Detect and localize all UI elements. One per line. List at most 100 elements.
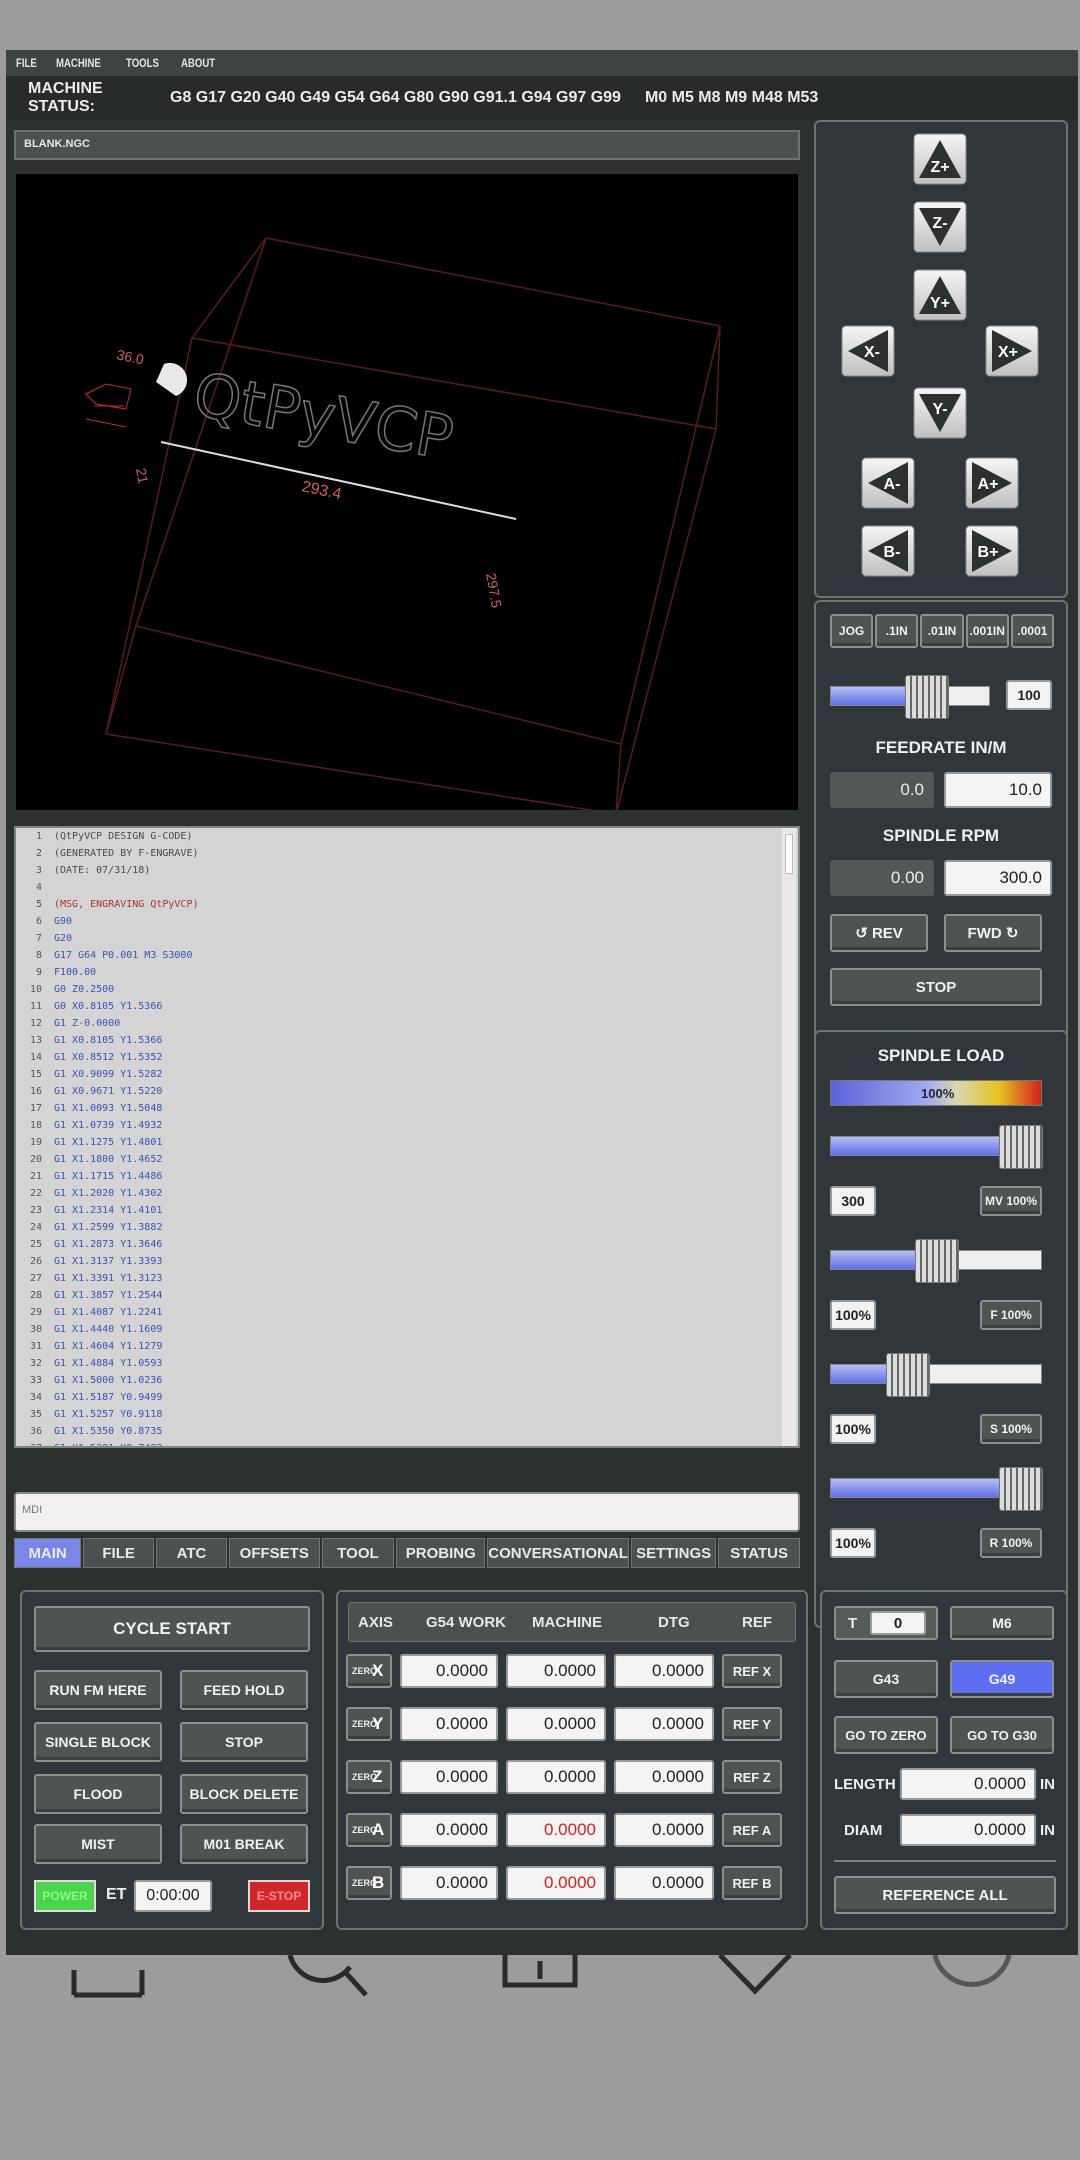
- reference-all-button[interactable]: REFERENCE ALL: [834, 1876, 1056, 1914]
- feed-hold-button[interactable]: FEED HOLD: [180, 1670, 308, 1710]
- tool-cone-icon: [156, 362, 188, 396]
- ref-a-button[interactable]: REF A: [722, 1813, 782, 1847]
- axis-label-b: B: [372, 1873, 385, 1892]
- jog-speed-slider[interactable]: [830, 675, 990, 719]
- tab-status[interactable]: STATUS: [718, 1538, 800, 1568]
- menu-file[interactable]: FILE: [16, 56, 37, 70]
- program-stop-button[interactable]: STOP: [180, 1722, 308, 1762]
- tab-conversational[interactable]: CONVERSATIONAL: [487, 1538, 629, 1568]
- menu-tools[interactable]: TOOLS: [126, 56, 159, 70]
- ref-y-button[interactable]: REF Y: [722, 1707, 782, 1741]
- override-handle[interactable]: [999, 1467, 1043, 1511]
- jog-speed-handle[interactable]: [905, 675, 949, 719]
- ref-x-button[interactable]: REF X: [722, 1654, 782, 1688]
- mdi-input[interactable]: MDI: [14, 1492, 800, 1532]
- mist-button[interactable]: MIST: [34, 1824, 162, 1864]
- menu-about[interactable]: ABOUT: [181, 56, 215, 70]
- jog-x-plus-button[interactable]: X+: [985, 325, 1039, 377]
- jog-increment-1[interactable]: .1IN: [875, 614, 919, 648]
- tab-settings[interactable]: SETTINGS: [630, 1538, 717, 1568]
- tool-length-field[interactable]: 0.0000: [900, 1768, 1036, 1800]
- add-icon[interactable]: [502, 1955, 578, 1988]
- spindle-rpm-set-field[interactable]: 300.0: [944, 860, 1052, 896]
- cycle-start-button[interactable]: CYCLE START: [34, 1606, 310, 1652]
- spindle-fwd-button[interactable]: FWD ↻: [944, 914, 1042, 952]
- override-slider-2[interactable]: [830, 1353, 1042, 1397]
- zero-x-button[interactable]: ZERO: [346, 1654, 392, 1688]
- jog-z-plus-button[interactable]: Z+: [913, 133, 967, 185]
- flood-button[interactable]: FLOOD: [34, 1774, 162, 1814]
- tab-tool[interactable]: TOOL: [321, 1538, 395, 1568]
- line-number: 1: [35, 831, 42, 842]
- jog-increment-4[interactable]: .0001: [1010, 614, 1055, 648]
- zero-y-button[interactable]: ZERO: [346, 1707, 392, 1741]
- jog-b-plus-button[interactable]: B+: [965, 525, 1019, 577]
- app-window: FILE MACHINE TOOLS ABOUT MACHINE STATUS:…: [6, 50, 1078, 1955]
- tool-number-field[interactable]: 0: [870, 1611, 926, 1635]
- override-reset-button-0[interactable]: MV 100%: [980, 1186, 1042, 1216]
- spindle-rev-button[interactable]: ↺ REV: [830, 914, 928, 952]
- jog-increment-0[interactable]: JOG: [830, 614, 874, 648]
- jog-increment-3[interactable]: .001IN: [965, 614, 1009, 648]
- jog-y-minus-button[interactable]: Y-: [913, 387, 967, 439]
- editor-scrollbar[interactable]: [782, 828, 796, 1446]
- override-reset-button-1[interactable]: F 100%: [980, 1300, 1042, 1330]
- m6-button[interactable]: M6: [950, 1606, 1054, 1640]
- single-block-button[interactable]: SINGLE BLOCK: [34, 1722, 162, 1762]
- override-handle[interactable]: [915, 1239, 959, 1283]
- g43-button[interactable]: G43: [834, 1660, 938, 1698]
- override-slider-3[interactable]: [830, 1467, 1043, 1511]
- zero-z-button[interactable]: ZERO: [346, 1760, 392, 1794]
- jog-b-minus-button[interactable]: B-: [861, 525, 915, 577]
- line-text: G90: [54, 916, 73, 927]
- profile-icon[interactable]: [932, 1954, 1012, 1987]
- active-gcodes: G8 G17 G20 G40 G49 G54 G64 G80 G90 G91.1…: [170, 89, 621, 106]
- override-handle[interactable]: [886, 1353, 931, 1397]
- zero-a-button[interactable]: ZERO: [346, 1813, 392, 1847]
- line-number: 8: [35, 950, 42, 961]
- jog-a-minus-button[interactable]: A-: [861, 457, 915, 509]
- tab-main[interactable]: MAIN: [14, 1538, 82, 1568]
- override-slider-0[interactable]: [830, 1125, 1043, 1169]
- spindle-fwd-label: FWD: [967, 924, 1002, 942]
- editor-scroll-thumb[interactable]: [785, 834, 793, 874]
- run-from-here-button[interactable]: RUN FM HERE: [34, 1670, 162, 1710]
- tab-probing[interactable]: PROBING: [396, 1538, 486, 1568]
- jog-increment-2[interactable]: .01IN: [920, 614, 964, 648]
- machine-status-bar: MACHINE STATUS: G8 G17 G20 G40 G49 G54 G…: [6, 76, 1078, 120]
- search-icon[interactable]: [287, 1954, 368, 1997]
- jog-z-minus-button[interactable]: Z-: [913, 201, 967, 253]
- home-icon[interactable]: [71, 1970, 145, 1998]
- go-to-zero-button[interactable]: GO TO ZERO: [834, 1716, 938, 1754]
- block-delete-button[interactable]: BLOCK DELETE: [180, 1774, 308, 1814]
- code-line: 31 G1 X1.4604 Y1.1279: [16, 1338, 798, 1355]
- dtg-x: 0.0000: [614, 1654, 714, 1688]
- tool-diam-field[interactable]: 0.0000: [900, 1814, 1036, 1846]
- override-reset-button-3[interactable]: R 100%: [980, 1528, 1042, 1558]
- tab-offsets[interactable]: OFFSETS: [228, 1538, 320, 1568]
- dro-header-g54-work: G54 WORK: [426, 1614, 507, 1631]
- go-to-g30-button[interactable]: GO TO G30: [950, 1716, 1054, 1754]
- tab-atc[interactable]: ATC: [156, 1538, 227, 1568]
- jog-a-plus-button[interactable]: A+: [965, 457, 1019, 509]
- feedrate-set-field[interactable]: 10.0: [944, 772, 1052, 808]
- jog-x-minus-button[interactable]: X-: [841, 325, 895, 377]
- menu-machine[interactable]: MACHINE: [56, 56, 101, 70]
- heart-icon[interactable]: [718, 1953, 792, 1995]
- jog-increment-group: JOG .1IN .01IN .001IN .0001: [830, 614, 1055, 648]
- m01-break-button[interactable]: M01 BREAK: [180, 1824, 308, 1864]
- override-handle[interactable]: [999, 1125, 1043, 1169]
- tab-file[interactable]: FILE: [83, 1538, 155, 1568]
- ref-z-button[interactable]: REF Z: [722, 1760, 782, 1794]
- spindle-stop-button[interactable]: STOP: [830, 968, 1042, 1006]
- zero-b-button[interactable]: ZERO: [346, 1866, 392, 1900]
- gcode-3d-viewer[interactable]: QtPyVCP 293.4 297.5 21 36.0: [16, 174, 798, 810]
- ref-b-button[interactable]: REF B: [722, 1866, 782, 1900]
- g49-button[interactable]: G49: [950, 1660, 1054, 1698]
- power-button[interactable]: POWER: [34, 1880, 96, 1912]
- estop-button[interactable]: E-STOP: [248, 1880, 310, 1912]
- override-reset-button-2[interactable]: S 100%: [980, 1414, 1042, 1444]
- override-slider-1[interactable]: [830, 1239, 1042, 1283]
- jog-y-plus-button[interactable]: Y+: [913, 269, 967, 321]
- gcode-editor[interactable]: 1 (QtPyVCP DESIGN G-CODE) 2 (GENERATED BY F…: [14, 826, 800, 1448]
